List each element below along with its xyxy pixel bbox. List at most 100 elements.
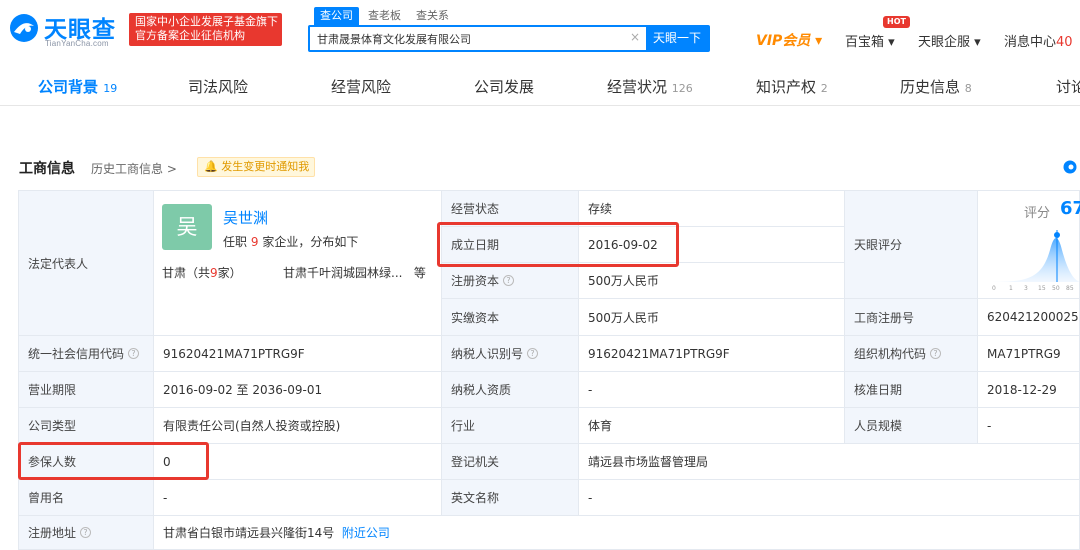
address-value-cell: 甘肃省白银市靖远县兴隆街14号 附近公司 — [154, 516, 1080, 550]
nav-history-info[interactable]: 历史信息 8 — [900, 76, 972, 97]
score-label: 评分 — [1024, 206, 1051, 221]
taxpayer-id-label: 纳税人识别号? — [442, 336, 579, 372]
highlight-founded-date — [437, 222, 679, 267]
tianyancha-logo[interactable]: 天眼查 TianYanCha.com — [8, 8, 126, 48]
score-curve — [992, 238, 1080, 282]
vip-member-button[interactable]: VIP会员 ▾ — [756, 30, 822, 50]
biz-reg-no-value: 6204212000254 — [978, 299, 1080, 336]
hot-badge: HOT — [883, 16, 910, 28]
official-badge: 国家中小企业发展子基金旗下 官方备案企业征信机构 — [129, 13, 282, 46]
tab-search-boss[interactable]: 查老板 — [362, 7, 407, 25]
nav-company-development[interactable]: 公司发展 — [474, 76, 534, 97]
logo-mark-icon — [10, 14, 38, 42]
avatar[interactable]: 吴 — [162, 204, 212, 250]
tick-85: 85 — [1066, 285, 1074, 292]
section-title: 工商信息 — [19, 161, 75, 177]
tab-search-company[interactable]: 查公司 — [314, 7, 359, 25]
tick-3: 3 — [1024, 285, 1028, 292]
legal-rep-region[interactable]: 甘肃（共9家） — [162, 264, 242, 281]
message-count: 40 — [1056, 35, 1073, 50]
tick-15: 15 — [1038, 285, 1046, 292]
legal-rep-positions: 任职 9 家企业，分布如下 — [223, 233, 358, 250]
taxpayer-qual-value: - — [579, 372, 845, 408]
org-code-label: 组织机构代码? — [845, 336, 978, 372]
legal-rep-name-link[interactable]: 吴世渊 — [223, 207, 268, 228]
taxpayer-id-text: 纳税人识别号 — [451, 347, 524, 361]
company-nav: 公司背景 19 司法风险 经营风险 公司发展 经营状况 126 知识产权 2 历… — [0, 66, 1080, 106]
org-code-text: 组织机构代码 — [854, 347, 927, 361]
reg-capital-value: 500万人民币 — [579, 263, 845, 299]
biz-reg-no-label: 工商注册号 — [845, 299, 978, 336]
help-icon[interactable]: ? — [503, 275, 515, 286]
baibaoxiang-menu[interactable]: 百宝箱 ▾ — [845, 31, 895, 50]
address-text: 注册地址 — [28, 526, 77, 540]
company-name: 甘肃千叶润城园林绿... — [283, 266, 403, 280]
legal-rep-company[interactable]: 甘肃千叶润城园林绿... 等 — [283, 264, 426, 281]
history-info-link[interactable]: 历史工商信息 > — [91, 160, 177, 177]
help-icon[interactable]: ? — [930, 348, 942, 359]
help-icon[interactable]: ? — [527, 348, 539, 359]
notify-change-button[interactable]: 🔔 发生变更时通知我 — [197, 157, 315, 177]
nearby-companies-link[interactable]: 附近公司 — [342, 524, 390, 541]
industry-value: 体育 — [579, 408, 845, 444]
registry-value: 靖远县市场监督管理局 — [579, 444, 1080, 480]
nav-label: 公司背景 — [38, 78, 99, 96]
top-header: 天眼查 TianYanCha.com 国家中小企业发展子基金旗下 官方备案企业征… — [0, 0, 1080, 62]
search-box: × 天眼一下 — [308, 25, 710, 52]
score-distribution-chart: 0 1 3 15 50 85 — [992, 230, 1080, 292]
org-code-value: MA71PTRG9 — [978, 336, 1080, 372]
taxpayer-qual-label: 纳税人资质 — [442, 372, 579, 408]
credit-code-label: 统一社会信用代码? — [19, 336, 154, 372]
nav-intellectual-property[interactable]: 知识产权 2 — [756, 76, 828, 97]
nav-label: 知识产权 — [756, 78, 817, 96]
message-center-link[interactable]: 消息中心40 — [1004, 31, 1073, 50]
nav-count: 2 — [820, 82, 828, 95]
clear-icon[interactable]: × — [630, 30, 640, 44]
staff-size-label: 人员规模 — [845, 408, 978, 444]
reg-capital-text: 注册资本 — [451, 274, 500, 288]
former-name-value: - — [154, 480, 442, 516]
english-name-value: - — [579, 480, 1080, 516]
help-icon[interactable]: ? — [128, 348, 140, 359]
nav-legal-risk[interactable]: 司法风险 — [188, 76, 248, 97]
tick-1: 1 — [1009, 285, 1013, 292]
positions-suffix: 家企业，分布如下 — [262, 235, 359, 249]
industry-label: 行业 — [442, 408, 579, 444]
nav-count: 8 — [964, 82, 972, 95]
nav-discussion[interactable]: 讨论 — [1056, 76, 1080, 97]
positions-prefix: 任职 — [223, 235, 248, 249]
credit-code-text: 统一社会信用代码 — [28, 347, 125, 361]
tianyan-mark-icon — [1063, 160, 1077, 174]
approve-date-value: 2018-12-29 — [978, 372, 1080, 408]
nav-company-background[interactable]: 公司背景 19 — [38, 76, 117, 97]
paid-capital-label: 实缴资本 — [442, 299, 579, 336]
highlight-insured-count — [18, 442, 209, 480]
badge-line1: 国家中小企业发展子基金旗下 — [135, 15, 278, 28]
positions-count[interactable]: 9 — [251, 235, 259, 249]
taxpayer-id-value: 91620421MA71PTRG9F — [579, 336, 845, 372]
nav-count: 126 — [671, 82, 693, 95]
nav-operating-status[interactable]: 经营状况 126 — [607, 76, 693, 97]
registry-label: 登记机关 — [442, 444, 579, 480]
biz-term-value: 2016-09-02 至 2036-09-01 — [154, 372, 442, 408]
search-input[interactable] — [310, 27, 640, 50]
region-suffix: 家） — [217, 266, 242, 280]
region-count: 9 — [210, 266, 218, 280]
qifu-menu[interactable]: 天眼企服 ▾ — [918, 31, 981, 50]
tick-50: 50 — [1052, 285, 1060, 292]
nav-label: 讨论 — [1056, 78, 1080, 96]
tab-search-relation[interactable]: 查关系 — [410, 7, 455, 25]
score-marker-dot — [1054, 232, 1060, 238]
nav-label: 司法风险 — [188, 78, 249, 96]
search-button[interactable]: 天眼一下 — [646, 27, 708, 50]
english-name-label: 英文名称 — [442, 480, 579, 516]
badge-line2: 官方备案企业征信机构 — [135, 29, 245, 42]
staff-size-value: - — [978, 408, 1080, 444]
address-value: 甘肃省白银市靖远县兴隆街14号 — [163, 526, 335, 540]
nav-label: 历史信息 — [900, 78, 961, 96]
help-icon[interactable]: ? — [80, 527, 92, 538]
nav-operating-risk[interactable]: 经营风险 — [331, 76, 391, 97]
nav-count: 19 — [103, 82, 118, 95]
message-center-label: 消息中心 — [1004, 35, 1057, 50]
tick-0: 0 — [992, 285, 996, 292]
